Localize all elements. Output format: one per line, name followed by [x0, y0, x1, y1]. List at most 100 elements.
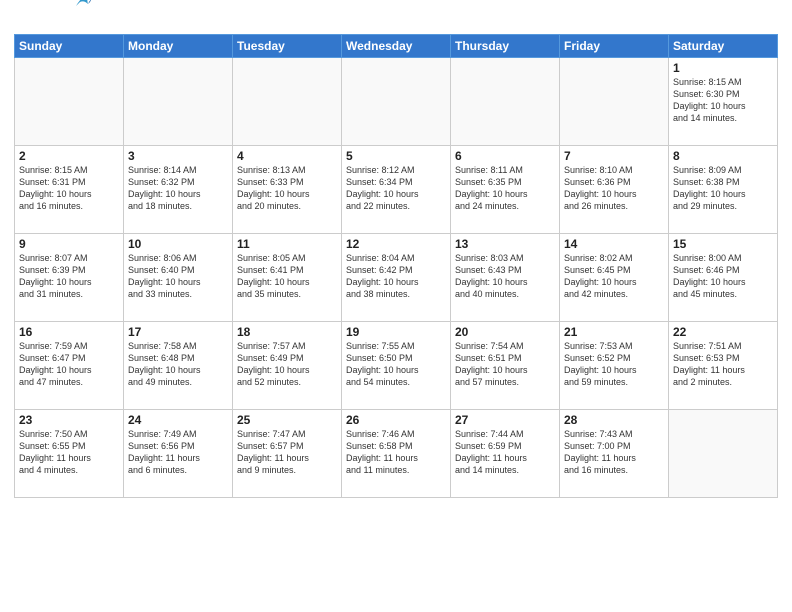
day-cell: 11Sunrise: 8:05 AM Sunset: 6:41 PM Dayli…: [233, 234, 342, 322]
weekday-header-wednesday: Wednesday: [342, 35, 451, 58]
day-cell: [342, 58, 451, 146]
weekday-header-thursday: Thursday: [451, 35, 560, 58]
day-cell: 27Sunrise: 7:44 AM Sunset: 6:59 PM Dayli…: [451, 410, 560, 498]
day-info: Sunrise: 7:54 AM Sunset: 6:51 PM Dayligh…: [455, 340, 555, 389]
day-info: Sunrise: 8:05 AM Sunset: 6:41 PM Dayligh…: [237, 252, 337, 301]
day-info: Sunrise: 7:59 AM Sunset: 6:47 PM Dayligh…: [19, 340, 119, 389]
day-cell: 18Sunrise: 7:57 AM Sunset: 6:49 PM Dayli…: [233, 322, 342, 410]
day-cell: 7Sunrise: 8:10 AM Sunset: 6:36 PM Daylig…: [560, 146, 669, 234]
day-number: 9: [19, 237, 119, 251]
day-cell: 6Sunrise: 8:11 AM Sunset: 6:35 PM Daylig…: [451, 146, 560, 234]
day-info: Sunrise: 8:02 AM Sunset: 6:45 PM Dayligh…: [564, 252, 664, 301]
day-number: 5: [346, 149, 446, 163]
day-info: Sunrise: 7:50 AM Sunset: 6:55 PM Dayligh…: [19, 428, 119, 477]
weekday-header-tuesday: Tuesday: [233, 35, 342, 58]
day-number: 1: [673, 61, 773, 75]
weekday-header-monday: Monday: [124, 35, 233, 58]
day-cell: 22Sunrise: 7:51 AM Sunset: 6:53 PM Dayli…: [669, 322, 778, 410]
week-row-0: 1Sunrise: 8:15 AM Sunset: 6:30 PM Daylig…: [15, 58, 778, 146]
day-cell: [560, 58, 669, 146]
logo-bird-icon: [74, 0, 92, 10]
day-info: Sunrise: 7:47 AM Sunset: 6:57 PM Dayligh…: [237, 428, 337, 477]
day-info: Sunrise: 7:49 AM Sunset: 6:56 PM Dayligh…: [128, 428, 228, 477]
day-cell: [124, 58, 233, 146]
day-cell: 28Sunrise: 7:43 AM Sunset: 7:00 PM Dayli…: [560, 410, 669, 498]
day-info: Sunrise: 8:15 AM Sunset: 6:30 PM Dayligh…: [673, 76, 773, 125]
day-cell: 24Sunrise: 7:49 AM Sunset: 6:56 PM Dayli…: [124, 410, 233, 498]
day-number: 6: [455, 149, 555, 163]
day-cell: [233, 58, 342, 146]
day-info: Sunrise: 7:55 AM Sunset: 6:50 PM Dayligh…: [346, 340, 446, 389]
day-number: 15: [673, 237, 773, 251]
day-info: Sunrise: 8:07 AM Sunset: 6:39 PM Dayligh…: [19, 252, 119, 301]
day-cell: [669, 410, 778, 498]
day-info: Sunrise: 8:06 AM Sunset: 6:40 PM Dayligh…: [128, 252, 228, 301]
day-number: 27: [455, 413, 555, 427]
day-cell: 1Sunrise: 8:15 AM Sunset: 6:30 PM Daylig…: [669, 58, 778, 146]
day-cell: 9Sunrise: 8:07 AM Sunset: 6:39 PM Daylig…: [15, 234, 124, 322]
day-cell: 15Sunrise: 8:00 AM Sunset: 6:46 PM Dayli…: [669, 234, 778, 322]
day-cell: [15, 58, 124, 146]
week-row-3: 16Sunrise: 7:59 AM Sunset: 6:47 PM Dayli…: [15, 322, 778, 410]
day-cell: 8Sunrise: 8:09 AM Sunset: 6:38 PM Daylig…: [669, 146, 778, 234]
day-number: 2: [19, 149, 119, 163]
day-number: 3: [128, 149, 228, 163]
day-number: 17: [128, 325, 228, 339]
day-cell: 20Sunrise: 7:54 AM Sunset: 6:51 PM Dayli…: [451, 322, 560, 410]
day-number: 16: [19, 325, 119, 339]
weekday-header-sunday: Sunday: [15, 35, 124, 58]
day-info: Sunrise: 7:46 AM Sunset: 6:58 PM Dayligh…: [346, 428, 446, 477]
weekday-header-friday: Friday: [560, 35, 669, 58]
day-cell: 25Sunrise: 7:47 AM Sunset: 6:57 PM Dayli…: [233, 410, 342, 498]
day-number: 24: [128, 413, 228, 427]
day-number: 28: [564, 413, 664, 427]
day-info: Sunrise: 8:13 AM Sunset: 6:33 PM Dayligh…: [237, 164, 337, 213]
header: [14, 10, 778, 28]
day-cell: 16Sunrise: 7:59 AM Sunset: 6:47 PM Dayli…: [15, 322, 124, 410]
day-number: 20: [455, 325, 555, 339]
day-cell: 17Sunrise: 7:58 AM Sunset: 6:48 PM Dayli…: [124, 322, 233, 410]
day-number: 26: [346, 413, 446, 427]
day-number: 19: [346, 325, 446, 339]
weekday-header-saturday: Saturday: [669, 35, 778, 58]
day-number: 14: [564, 237, 664, 251]
day-number: 22: [673, 325, 773, 339]
day-number: 8: [673, 149, 773, 163]
day-cell: 10Sunrise: 8:06 AM Sunset: 6:40 PM Dayli…: [124, 234, 233, 322]
day-cell: 21Sunrise: 7:53 AM Sunset: 6:52 PM Dayli…: [560, 322, 669, 410]
day-info: Sunrise: 8:11 AM Sunset: 6:35 PM Dayligh…: [455, 164, 555, 213]
day-number: 11: [237, 237, 337, 251]
day-info: Sunrise: 7:51 AM Sunset: 6:53 PM Dayligh…: [673, 340, 773, 389]
day-number: 23: [19, 413, 119, 427]
calendar-page: SundayMondayTuesdayWednesdayThursdayFrid…: [0, 0, 792, 612]
day-cell: 13Sunrise: 8:03 AM Sunset: 6:43 PM Dayli…: [451, 234, 560, 322]
week-row-2: 9Sunrise: 8:07 AM Sunset: 6:39 PM Daylig…: [15, 234, 778, 322]
day-cell: 23Sunrise: 7:50 AM Sunset: 6:55 PM Dayli…: [15, 410, 124, 498]
day-info: Sunrise: 8:15 AM Sunset: 6:31 PM Dayligh…: [19, 164, 119, 213]
day-number: 13: [455, 237, 555, 251]
day-number: 10: [128, 237, 228, 251]
day-number: 7: [564, 149, 664, 163]
day-number: 18: [237, 325, 337, 339]
day-info: Sunrise: 8:09 AM Sunset: 6:38 PM Dayligh…: [673, 164, 773, 213]
day-info: Sunrise: 8:12 AM Sunset: 6:34 PM Dayligh…: [346, 164, 446, 213]
day-cell: 12Sunrise: 8:04 AM Sunset: 6:42 PM Dayli…: [342, 234, 451, 322]
day-cell: 2Sunrise: 8:15 AM Sunset: 6:31 PM Daylig…: [15, 146, 124, 234]
day-info: Sunrise: 8:03 AM Sunset: 6:43 PM Dayligh…: [455, 252, 555, 301]
day-cell: 5Sunrise: 8:12 AM Sunset: 6:34 PM Daylig…: [342, 146, 451, 234]
day-cell: 19Sunrise: 7:55 AM Sunset: 6:50 PM Dayli…: [342, 322, 451, 410]
day-info: Sunrise: 8:14 AM Sunset: 6:32 PM Dayligh…: [128, 164, 228, 213]
day-number: 21: [564, 325, 664, 339]
day-number: 25: [237, 413, 337, 427]
day-number: 12: [346, 237, 446, 251]
day-cell: [451, 58, 560, 146]
day-info: Sunrise: 7:44 AM Sunset: 6:59 PM Dayligh…: [455, 428, 555, 477]
day-info: Sunrise: 7:58 AM Sunset: 6:48 PM Dayligh…: [128, 340, 228, 389]
day-info: Sunrise: 7:53 AM Sunset: 6:52 PM Dayligh…: [564, 340, 664, 389]
day-info: Sunrise: 7:57 AM Sunset: 6:49 PM Dayligh…: [237, 340, 337, 389]
day-number: 4: [237, 149, 337, 163]
day-info: Sunrise: 8:10 AM Sunset: 6:36 PM Dayligh…: [564, 164, 664, 213]
logo: [14, 10, 92, 28]
day-cell: 26Sunrise: 7:46 AM Sunset: 6:58 PM Dayli…: [342, 410, 451, 498]
day-info: Sunrise: 8:00 AM Sunset: 6:46 PM Dayligh…: [673, 252, 773, 301]
